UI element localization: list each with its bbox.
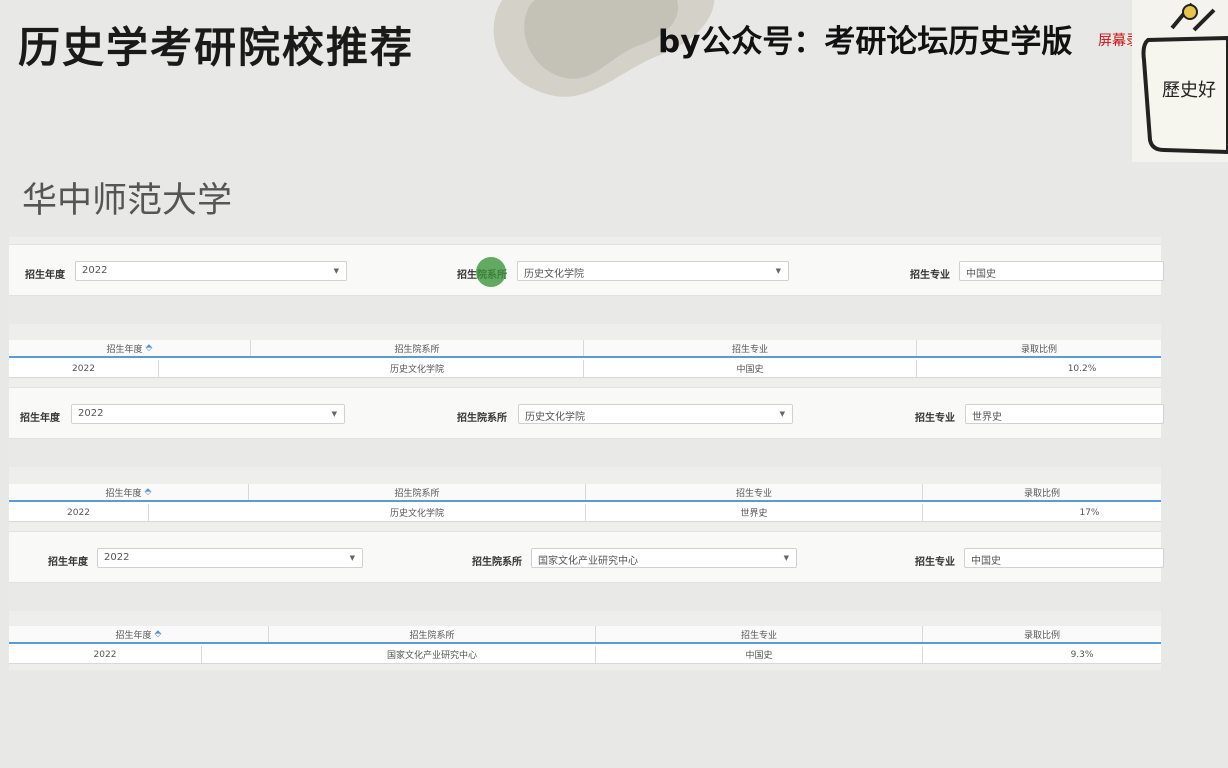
year-select[interactable]: 2022 ▼ [97, 548, 363, 568]
mouse-cursor-highlight [476, 257, 506, 287]
results-table: 招生年度 ⬘ 招生院系所 招生专业 录取比例 2022 国家文化产业研究中心 中国… [9, 626, 1161, 664]
year-label: 招生年度 [20, 413, 60, 424]
cell-ratio: 9.3% [1070, 649, 1094, 660]
sort-icon[interactable]: ⬘ [146, 343, 153, 353]
dept-label: 招生院系所 [457, 413, 507, 424]
major-select[interactable]: 中国史 [964, 548, 1164, 568]
year-select[interactable]: 2022 ▼ [75, 261, 347, 281]
year-select-value: 2022 [82, 265, 108, 276]
dept-select[interactable]: 历史文化学院 ▼ [518, 404, 793, 424]
major-select-value: 世界史 [972, 412, 1002, 423]
logo-text: 歷史好 [1162, 80, 1216, 101]
major-select-value: 中国史 [971, 556, 1001, 567]
filter-bar: 招生年度 2022 ▼ 招生院系所 国家文化产业研究中心 ▼ 招生专业 中国史 [9, 531, 1164, 583]
dept-select-value: 国家文化产业研究中心 [538, 556, 638, 567]
col-major-header: 招生专业 [586, 484, 923, 500]
table-row[interactable]: 2022 国家文化产业研究中心 中国史 9.3% [9, 646, 1161, 664]
chevron-down-icon: ▼ [349, 554, 355, 562]
chevron-down-icon: ▼ [331, 410, 337, 418]
table-header: 招生年度 ⬘ 招生院系所 招生专业 录取比例 [9, 484, 1161, 502]
table-row[interactable]: 2022 历史文化学院 中国史 10.2% [9, 360, 1161, 378]
dept-select-value: 历史文化学院 [524, 269, 584, 280]
chevron-down-icon: ▼ [333, 267, 339, 275]
col-dept-header: 招生院系所 [251, 340, 584, 356]
cell-year: 2022 [9, 646, 202, 663]
col-year-header[interactable]: 招生年度 ⬘ [9, 340, 251, 356]
year-label: 招生年度 [25, 270, 65, 281]
query-panel: 招生年度 2022 ▼ 招生院系所 历史文化学院 ▼ 招生专业 中国史 招生年度… [9, 237, 1164, 670]
cell-major: 中国史 [596, 646, 923, 663]
major-select[interactable]: 世界史 [965, 404, 1164, 424]
chevron-down-icon: ▼ [779, 410, 785, 418]
filter-bar: 招生年度 2022 ▼ 招生院系所 历史文化学院 ▼ 招生专业 世界史 [9, 387, 1164, 439]
sort-icon[interactable]: ⬘ [155, 629, 162, 639]
major-select[interactable]: 中国史 [959, 261, 1164, 281]
table-header: 招生年度 ⬘ 招生院系所 招生专业 录取比例 [9, 340, 1161, 358]
year-select-value: 2022 [104, 552, 130, 563]
sort-icon[interactable]: ⬘ [145, 487, 152, 497]
cell-year: 2022 [9, 360, 159, 377]
col-major-header: 招生专业 [584, 340, 917, 356]
results-table: 招生年度 ⬘ 招生院系所 招生专业 录取比例 2022 历史文化学院 中国史 10… [9, 340, 1161, 378]
chevron-down-icon: ▼ [775, 267, 781, 275]
year-select[interactable]: 2022 ▼ [71, 404, 345, 424]
year-select-value: 2022 [78, 408, 104, 419]
major-label: 招生专业 [915, 413, 955, 424]
col-ratio-header: 录取比例 [1023, 630, 1060, 641]
col-dept-header: 招生院系所 [269, 626, 596, 642]
major-label: 招生专业 [910, 270, 950, 281]
school-name: 华中师范大学 [22, 181, 233, 221]
spacer [9, 439, 1161, 467]
cell-ratio: 17% [1079, 507, 1100, 518]
cell-dept: 历史文化学院 [251, 360, 584, 377]
table-header: 招生年度 ⬘ 招生院系所 招生专业 录取比例 [9, 626, 1161, 644]
col-year-header[interactable]: 招生年度 ⬘ [9, 626, 269, 642]
cell-major: 中国史 [584, 360, 917, 377]
major-select-value: 中国史 [966, 269, 996, 280]
col-dept-header: 招生院系所 [249, 484, 586, 500]
cell-major: 世界史 [586, 504, 923, 521]
cell-dept: 国家文化产业研究中心 [269, 646, 596, 663]
table-row[interactable]: 2022 历史文化学院 世界史 17% [9, 504, 1161, 522]
col-ratio-header: 录取比例 [1023, 488, 1060, 499]
col-year-header[interactable]: 招生年度 ⬘ [9, 484, 249, 500]
spacer [9, 296, 1161, 324]
year-label: 招生年度 [48, 557, 88, 568]
dept-select[interactable]: 国家文化产业研究中心 ▼ [531, 548, 797, 568]
col-major-header: 招生专业 [596, 626, 923, 642]
tv-logo: 歷史好 [1132, 0, 1228, 162]
cell-ratio: 10.2% [1067, 363, 1097, 374]
spacer [9, 583, 1161, 611]
results-table: 招生年度 ⬘ 招生院系所 招生专业 录取比例 2022 历史文化学院 世界史 17… [9, 484, 1161, 522]
slide-title: 历史学考研院校推荐 [18, 23, 415, 72]
filter-bar: 招生年度 2022 ▼ 招生院系所 历史文化学院 ▼ 招生专业 中国史 [9, 244, 1164, 296]
col-ratio-header: 录取比例 [1020, 344, 1057, 355]
major-label: 招生专业 [915, 557, 955, 568]
dept-label: 招生院系所 [472, 557, 522, 568]
byline: by公众号：考研论坛历史学版 [658, 24, 1073, 60]
cell-year: 2022 [9, 504, 149, 521]
chevron-down-icon: ▼ [783, 554, 789, 562]
dept-select-value: 历史文化学院 [525, 412, 585, 423]
dept-select[interactable]: 历史文化学院 ▼ [517, 261, 789, 281]
cell-dept: 历史文化学院 [249, 504, 586, 521]
